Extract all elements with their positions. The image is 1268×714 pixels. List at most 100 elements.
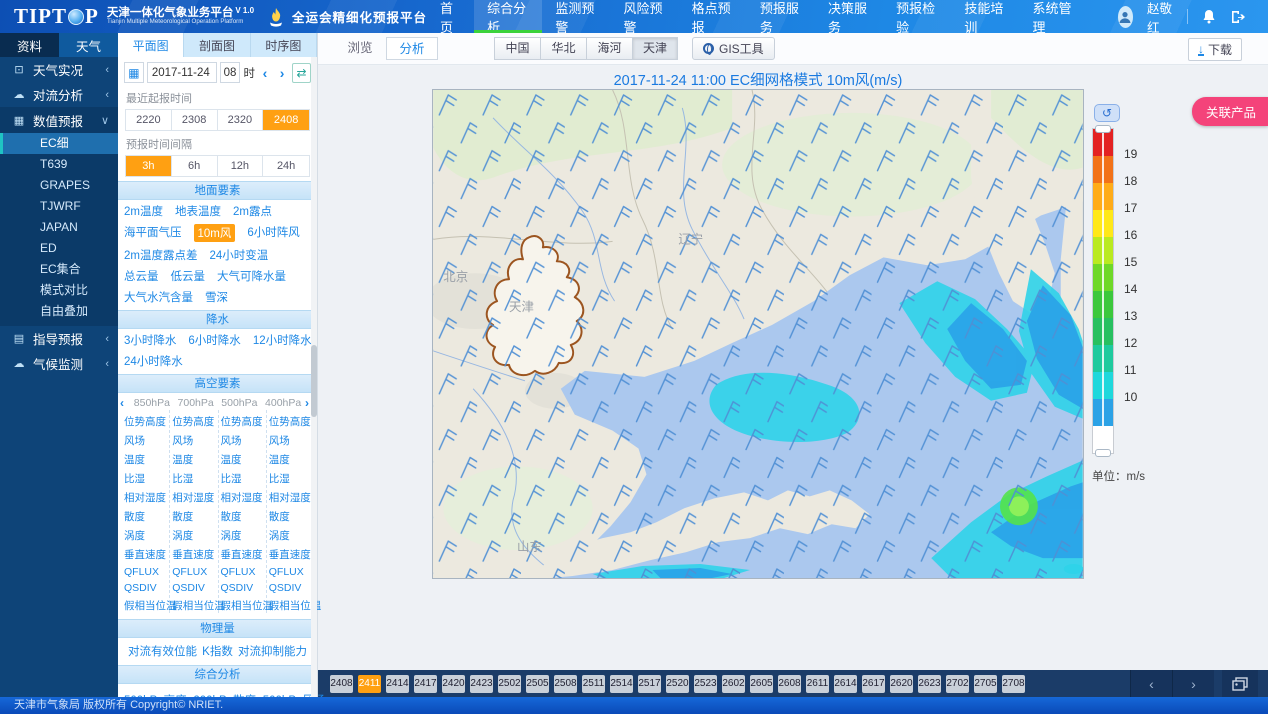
timeline-step-button[interactable]: 2511	[582, 675, 605, 693]
sidebar-subitem[interactable]: GRAPES	[0, 175, 118, 196]
nav-item[interactable]: 综合分析	[474, 0, 542, 33]
physics-element-button[interactable]: 对流抑制能力	[238, 643, 307, 659]
upper-element-button[interactable]: 相对湿度	[269, 490, 315, 505]
notification-bell-icon[interactable]	[1202, 9, 1216, 24]
sidebar-item-convection[interactable]: ☁ 对流分析 ‹	[0, 82, 118, 107]
upper-element-button[interactable]: QFLUX	[172, 566, 217, 578]
upper-element-button[interactable]: QFLUX	[269, 566, 315, 578]
upper-element-button[interactable]: 垂直速度	[172, 547, 217, 562]
upper-element-button[interactable]: 散度	[269, 509, 315, 524]
upper-element-button[interactable]: 相对湿度	[221, 490, 266, 505]
sidebar-item-guidance[interactable]: ▤ 指导预报 ‹	[0, 326, 118, 351]
timeline-step-button[interactable]: 2420	[442, 675, 465, 693]
timeline-next-button[interactable]: ›	[1172, 670, 1214, 697]
sidebar-item-weather-live[interactable]: ⊡ 天气实况 ‹	[0, 57, 118, 82]
upper-element-button[interactable]: 假相当位温	[172, 598, 217, 613]
legend-slider-handle-bottom[interactable]	[1095, 449, 1111, 457]
timeline-step-button[interactable]: 2408	[330, 675, 353, 693]
upper-element-button[interactable]: 涡度	[172, 528, 217, 543]
upper-element-button[interactable]: QFLUX	[124, 566, 169, 578]
prev-time-button[interactable]: ‹	[258, 62, 272, 83]
timeline-step-button[interactable]: 2502	[498, 675, 521, 693]
upper-element-button[interactable]: 温度	[172, 452, 217, 467]
upper-element-button[interactable]: 比湿	[269, 471, 315, 486]
nav-item[interactable]: 决策服务	[815, 0, 883, 33]
physics-element-button[interactable]: K指数	[202, 643, 233, 659]
sidebar-subitem[interactable]: EC集合	[0, 259, 118, 280]
date-field[interactable]: 2017-11-24	[147, 62, 217, 83]
surface-element-button[interactable]: 10m风	[194, 224, 236, 242]
surface-element-button[interactable]: 海平面气压	[124, 224, 182, 242]
timeline-step-button[interactable]: 2517	[638, 675, 661, 693]
upper-element-button[interactable]: 散度	[124, 509, 169, 524]
view-mode-tab[interactable]: 分析	[386, 37, 438, 60]
timeline-step-button[interactable]: 2702	[946, 675, 969, 693]
sidebar-item-climate[interactable]: ☁ 气候监测 ‹	[0, 351, 118, 376]
upper-element-button[interactable]: 假相当位温	[124, 598, 169, 613]
nav-item[interactable]: 预报服务	[747, 0, 815, 33]
upper-element-button[interactable]: 垂直速度	[124, 547, 169, 562]
precip-element-button[interactable]: 24小时降水	[124, 353, 183, 369]
region-button[interactable]: 天津	[632, 37, 678, 60]
timeline-step-button[interactable]: 2611	[806, 675, 829, 693]
timeline-step-button[interactable]: 2605	[750, 675, 773, 693]
timeline-step-button[interactable]: 2523	[694, 675, 717, 693]
surface-element-button[interactable]: 大气水汽含量	[124, 289, 193, 305]
sidebar-subitem[interactable]: EC细	[0, 133, 118, 154]
timeline-step-button[interactable]: 2505	[526, 675, 549, 693]
nav-item[interactable]: 首页	[427, 0, 474, 33]
forecast-map[interactable]: 辽宁 北京 天津 山东	[432, 89, 1084, 579]
surface-element-button[interactable]: 雪深	[205, 289, 228, 305]
surface-element-button[interactable]: 大气可降水量	[217, 268, 286, 284]
upper-element-button[interactable]: 假相当位温	[269, 598, 315, 613]
upper-element-button[interactable]: 位势高度	[124, 414, 169, 429]
animation-frames-icon[interactable]	[1222, 670, 1258, 697]
surface-element-button[interactable]: 2m露点	[233, 203, 272, 219]
upper-element-button[interactable]: 比湿	[172, 471, 217, 486]
surface-element-button[interactable]: 6小时阵风	[247, 224, 299, 242]
sidebar-subitem[interactable]: 模式对比	[0, 280, 118, 301]
tab-cross-section[interactable]: 剖面图	[184, 33, 250, 57]
upper-element-button[interactable]: 位势高度	[269, 414, 315, 429]
init-time-button[interactable]: 2408	[263, 110, 309, 130]
tab-plan-view[interactable]: 平面图	[118, 33, 184, 57]
sidebar-subitem[interactable]: ED	[0, 238, 118, 259]
timeline-step-button[interactable]: 2414	[386, 675, 409, 693]
sidebar-tab-weather[interactable]: 天气	[59, 33, 118, 57]
upper-element-button[interactable]: QSDIV	[172, 582, 217, 594]
upper-element-button[interactable]: 相对湿度	[124, 490, 169, 505]
timeline-step-button[interactable]: 2620	[890, 675, 913, 693]
avatar[interactable]	[1118, 6, 1133, 28]
upper-element-button[interactable]: 垂直速度	[269, 547, 315, 562]
upper-element-button[interactable]: 比湿	[124, 471, 169, 486]
region-button[interactable]: 海河	[586, 37, 632, 60]
upper-element-button[interactable]: 涡度	[269, 528, 315, 543]
surface-element-button[interactable]: 地表温度	[175, 203, 221, 219]
next-time-button[interactable]: ›	[275, 62, 289, 83]
upper-element-button[interactable]: 散度	[221, 509, 266, 524]
related-products-button[interactable]: 关联产品	[1192, 97, 1268, 126]
physics-element-button[interactable]: 对流有效位能	[128, 643, 197, 659]
timeline-prev-button[interactable]: ‹	[1130, 670, 1172, 697]
init-time-button[interactable]: 2220	[126, 110, 172, 130]
timeline-step-button[interactable]: 2423	[470, 675, 493, 693]
view-mode-tab[interactable]: 浏览	[334, 37, 386, 60]
precip-element-button[interactable]: 3小时降水	[124, 332, 176, 348]
timeline-step-button[interactable]: 2705	[974, 675, 997, 693]
logout-icon[interactable]	[1230, 10, 1246, 24]
init-time-button[interactable]: 2308	[172, 110, 218, 130]
levels-left-arrow[interactable]: ‹	[120, 396, 130, 410]
nav-item[interactable]: 技能培训	[951, 0, 1019, 33]
tab-time-series[interactable]: 时序图	[251, 33, 317, 57]
init-time-button[interactable]: 2320	[218, 110, 264, 130]
sidebar-subitem[interactable]: JAPAN	[0, 217, 118, 238]
surface-element-button[interactable]: 24小时变温	[209, 247, 268, 263]
surface-element-button[interactable]: 2m温度	[124, 203, 163, 219]
surface-element-button[interactable]: 总云量	[124, 268, 159, 284]
upper-element-button[interactable]: 温度	[269, 452, 315, 467]
nav-item[interactable]: 系统管理	[1020, 0, 1088, 33]
surface-element-button[interactable]: 低云量	[171, 268, 206, 284]
sidebar-tab-data[interactable]: 资料	[0, 33, 59, 57]
upper-element-button[interactable]: 比湿	[221, 471, 266, 486]
timeline-step-button[interactable]: 2708	[1002, 675, 1025, 693]
